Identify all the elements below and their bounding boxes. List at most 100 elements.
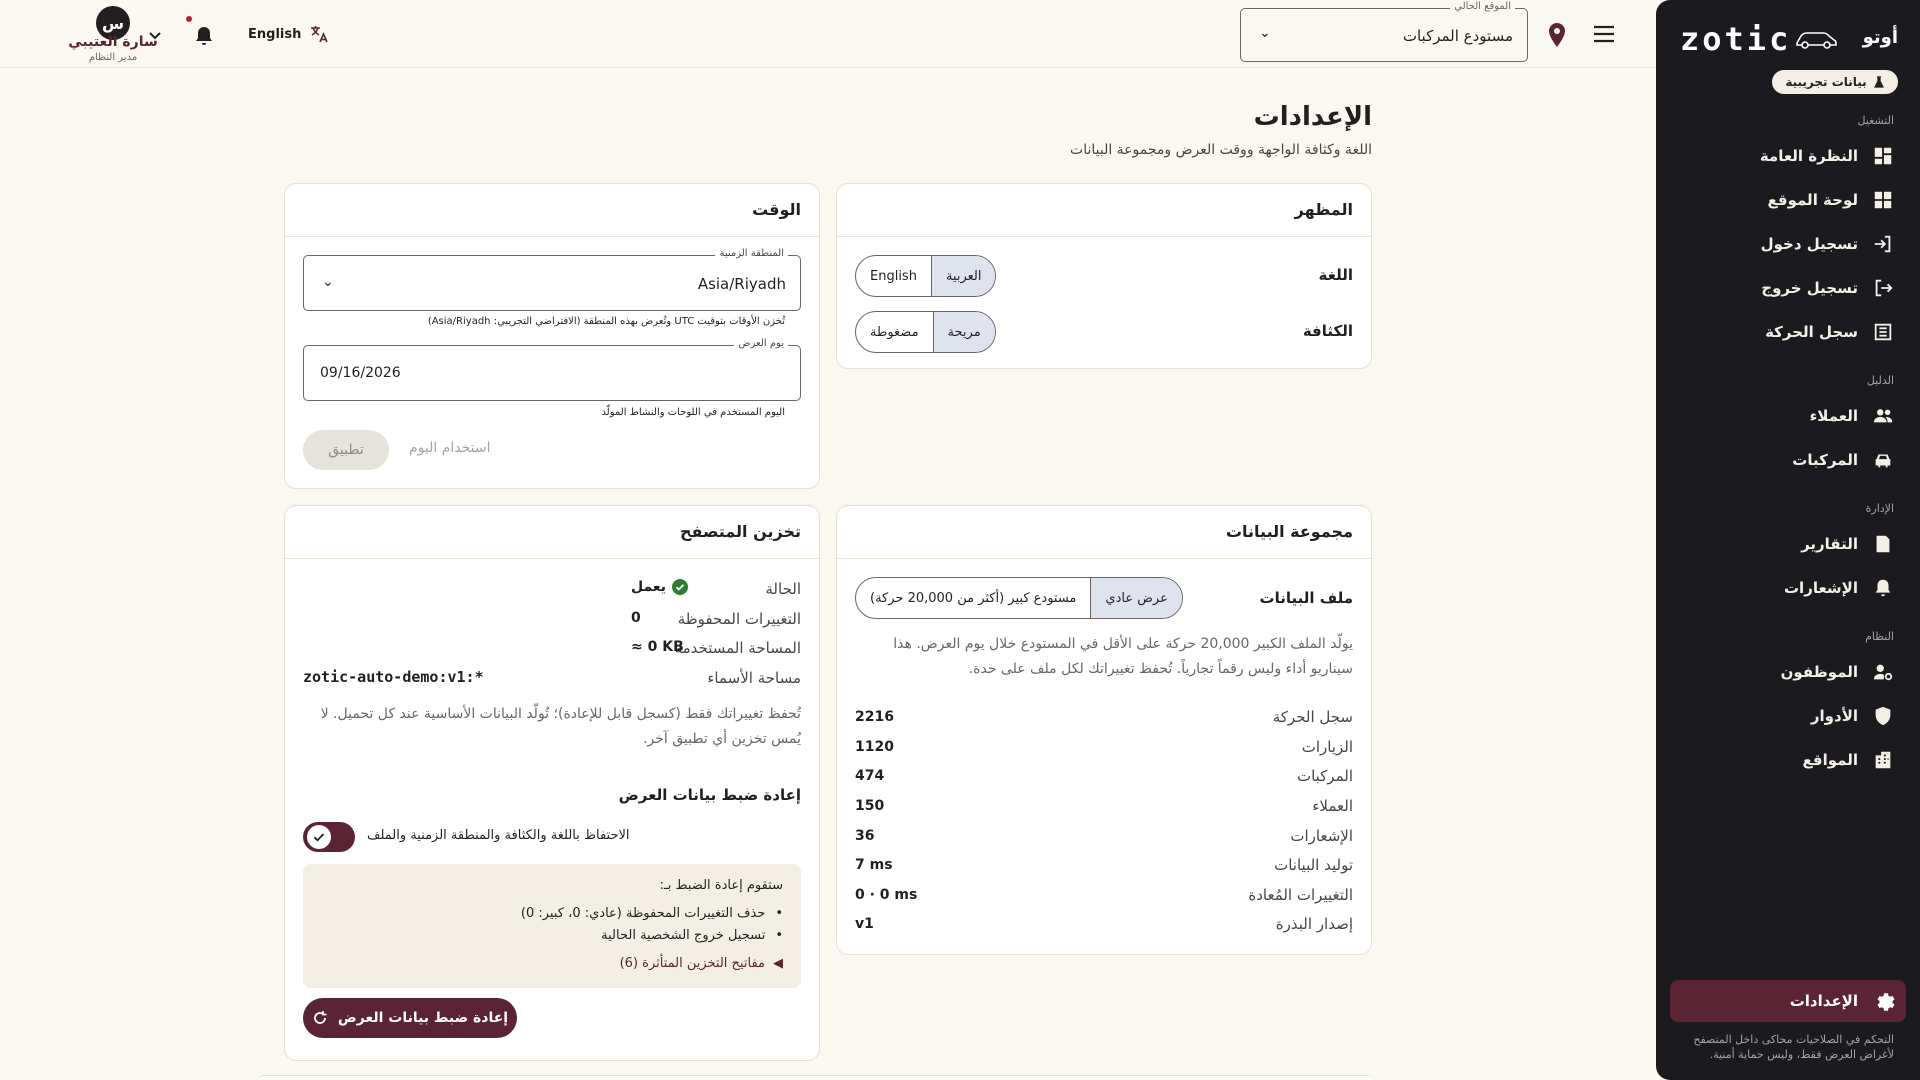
sidebar-item-customers[interactable]: العملاء [1678,398,1898,434]
reset-button-label: إعادة ضبط بيانات العرض [337,1010,509,1026]
sidebar-item-notifications[interactable]: الإشعارات [1678,570,1898,606]
sidebar-item-roles[interactable]: الأدوار [1678,698,1898,734]
sidebar-item-label: سجل الحركة [1765,323,1858,341]
keep-preferences-toggle[interactable] [303,822,355,852]
car-logo-icon [1796,32,1837,49]
sidebar-item-sites[interactable]: المواقع [1678,742,1898,778]
storage-status-value: يعمل [631,579,689,595]
check-circle-icon [672,579,689,595]
logout-icon [1875,279,1893,297]
stat-value: 7 ms [855,857,893,873]
sidebar-item-label: العملاء [1809,407,1858,425]
language-toggle-group: العربية English [855,255,997,297]
sidebar-item-label: التقارير [1801,535,1858,553]
report-icon [1876,535,1890,553]
page-subtitle: اللغة وكثافة الواجهة ووقت العرض ومجموعة … [1070,142,1372,158]
density-toggle-group: مريحة مضغوطة [855,311,996,353]
stat-value: 474 [855,768,885,784]
language-option-english[interactable]: English [856,256,932,296]
sidebar-item-check-in[interactable]: تسجيل دخول [1678,226,1898,262]
bullet: • [775,906,783,921]
stat-value: 2216 [855,709,894,725]
sidebar-item-settings[interactable]: الإعدادات [1670,980,1906,1022]
sidebar-item-staff[interactable]: الموظفون [1678,654,1898,690]
sidebar-item-label: المركبات [1792,451,1858,469]
sidebar-item-label: تسجيل خروج [1761,279,1858,297]
sidebar-item-label: الإشعارات [1783,579,1858,597]
divider [285,558,819,559]
timezone-select[interactable]: المنطقة الزمنية Asia/Riyadh ⌄ [303,248,801,311]
stat-label: التغييرات المُعادة [1248,886,1353,904]
nav-section-directory: الدليل [1866,374,1894,387]
sidebar-item-site-board[interactable]: لوحة الموقع [1678,182,1898,218]
storage-row-label: التغييرات المحفوظة [677,610,801,628]
list-item: • تسجيل خروج الشخصية الحالية [601,928,783,943]
stat-label: العملاء [1312,797,1353,815]
sidebar-item-overview[interactable]: النظرة العامة [1678,138,1898,174]
sidebar-item-label: النظرة العامة [1759,147,1858,165]
card-title: المظهر [1294,200,1353,219]
stat-label: الإشعارات [1290,827,1353,845]
divider [837,558,1371,559]
use-today-button[interactable]: استخدام اليوم [409,440,491,456]
affected-keys-label: مفاتيح التخزين المتأثرة (6) [619,956,765,971]
notifications-bell-icon[interactable] [192,24,216,48]
next-card-edge [258,1075,1372,1080]
apply-button[interactable]: تطبيق [303,430,389,470]
flask-icon [1873,76,1884,88]
profile-option-normal[interactable]: عرض عادي [1091,578,1182,618]
staff-icon [1873,664,1893,681]
dataset-description: يولّد الملف الكبير 20,000 حركة على الأقل… [893,636,1353,677]
bell-icon [1875,579,1891,597]
language-option-arabic[interactable]: العربية [931,256,996,296]
display-day-input[interactable]: يوم العرض 09/16/2026 [303,338,801,401]
reset-box-title: ستقوم إعادة الضبط بـ: [659,878,783,893]
display-day-help: اليوم المستخدم في اللوحات والنشاط المولّ… [601,407,785,418]
car-icon [1875,454,1891,468]
storage-status-label: الحالة [765,580,801,598]
density-option-compact[interactable]: مضغوطة [856,312,934,352]
nav-section-operation: التشغيل [1857,114,1895,127]
data-profile-toggle-group: عرض عادي مستودع كبير (أكثر من 20,000 حرك… [855,577,1183,619]
storage-row-value: ≈ 0 KB [631,639,684,655]
reset-section-title: إعادة ضبط بيانات العرض [618,786,801,804]
storage-row-value: zotic-auto-demo:v1:* [303,668,484,686]
display-day-field-label: يوم العرض [734,338,788,349]
stat-label: المركبات [1296,767,1353,785]
sidebar: أوتو zotic بيانات تجريبية التشغيل النظرة… [1656,0,1920,1080]
reset-demo-data-button[interactable]: إعادة ضبط بيانات العرض [303,998,517,1038]
stat-value: 1120 [855,739,894,755]
density-option-comfortable[interactable]: مريحة [933,312,995,352]
sidebar-disclaimer: التحكم في الصلاحيات محاكى داخل المتصفح ل… [1693,1033,1894,1061]
grid-icon [1874,191,1892,209]
refresh-icon [313,1011,327,1024]
sidebar-item-label: الموظفون [1780,663,1858,681]
menu-icon[interactable] [1592,24,1616,44]
storage-row-value: 0 [631,610,641,626]
language-switch-button[interactable]: English [248,24,329,44]
gear-icon [1877,993,1895,1011]
building-icon [1875,751,1891,769]
reset-details-box: ستقوم إعادة الضبط بـ: • حذف التغييرات الم… [303,864,801,988]
profile-option-large[interactable]: مستودع كبير (أكثر من 20,000 حركة) [856,578,1092,618]
sidebar-item-check-out[interactable]: تسجيل خروج [1678,270,1898,306]
list-item: • حذف التغييرات المحفوظة (عادي: 0، كبير: … [521,906,783,921]
brand[interactable]: أوتو zotic [1678,22,1898,56]
affected-keys-disclosure[interactable]: ◀ مفاتيح التخزين المتأثرة (6) [620,956,783,971]
location-field-label: الموقع الحالي [1450,1,1515,12]
stat-value: 150 [855,798,885,814]
user-name: سارة العتيبي [68,34,158,50]
current-location-select[interactable]: الموقع الحالي مستودع المركبات ⌄ [1240,1,1528,62]
sidebar-item-label: المواقع [1802,751,1858,769]
sidebar-item-vehicles[interactable]: المركبات [1678,442,1898,478]
settings-label: الإعدادات [1789,992,1858,1010]
appearance-card: المظهر اللغة العربية English الكثافة مري… [836,183,1372,369]
zotic-logo: zotic [1680,20,1792,58]
nav-section-management: الإدارة [1865,502,1894,515]
chevron-down-icon: ⌄ [1259,25,1271,41]
sidebar-item-movement-log[interactable]: سجل الحركة [1678,314,1898,350]
data-profile-label: ملف البيانات [1259,589,1354,607]
sidebar-item-reports[interactable]: التقارير [1678,526,1898,562]
stat-value: v1 [855,916,874,932]
time-card: الوقت المنطقة الزمنية Asia/Riyadh ⌄ تُخز… [284,183,820,489]
